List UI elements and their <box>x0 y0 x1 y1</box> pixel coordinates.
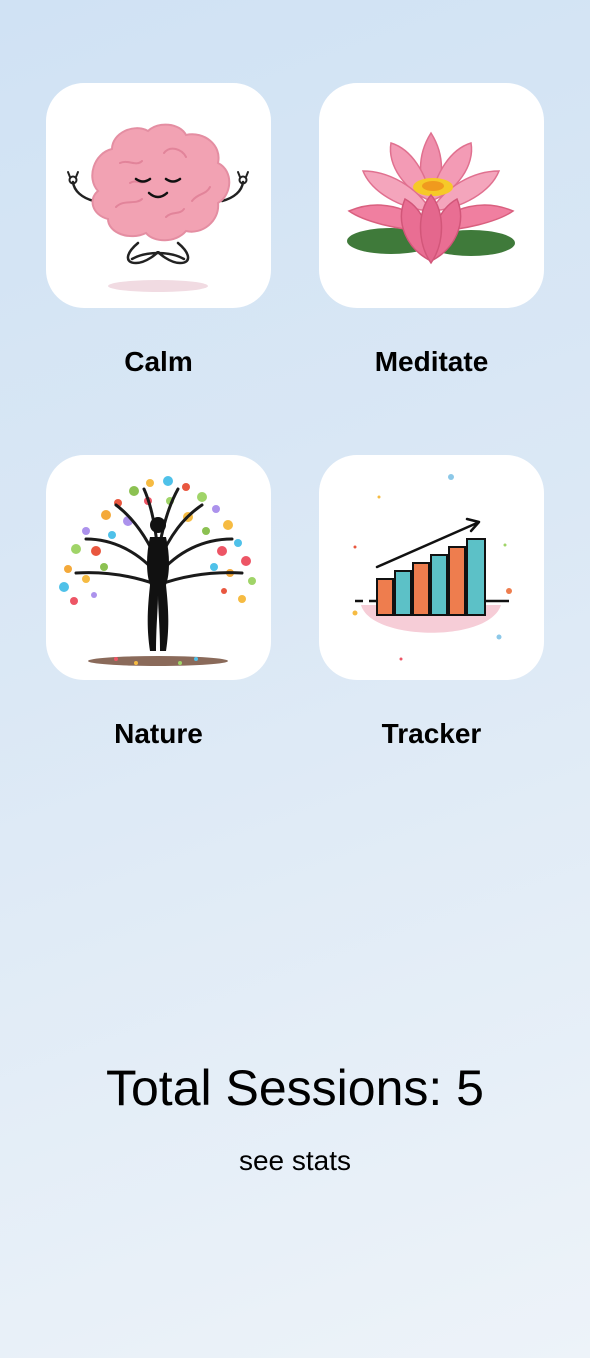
meditate-tile[interactable] <box>319 83 544 308</box>
calm-tile[interactable] <box>46 83 271 308</box>
meditating-brain-icon <box>67 123 249 292</box>
lotus-flower-icon <box>347 131 515 265</box>
tree-figure-icon <box>59 476 256 666</box>
nature-tile[interactable] <box>46 455 271 680</box>
calm-label: Calm <box>124 346 193 377</box>
tracker-label: Tracker <box>381 718 482 749</box>
nature-label: Nature <box>114 718 203 749</box>
progress-chart-icon <box>352 474 512 661</box>
tracker-tile[interactable] <box>319 455 544 680</box>
meditate-label: Meditate <box>374 346 489 377</box>
total-sessions-text: Total Sessions: 5 <box>106 1060 484 1116</box>
see-stats-link[interactable]: see stats <box>0 1144 590 1178</box>
